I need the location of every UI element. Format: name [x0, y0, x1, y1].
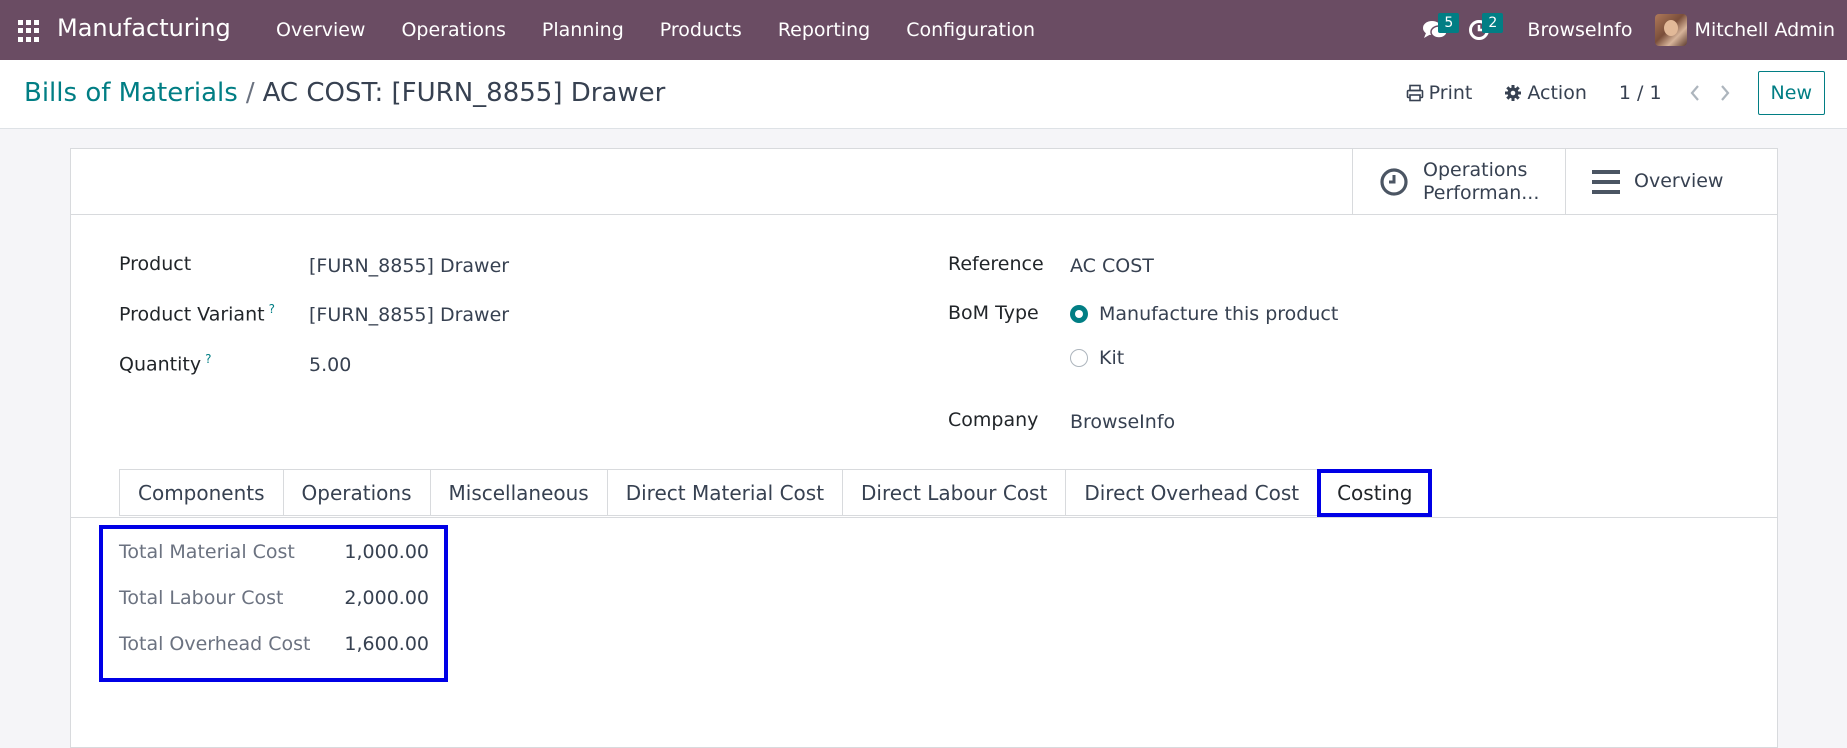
chevron-right-icon — [1720, 85, 1729, 101]
operations-performance-line2: Performan... — [1423, 181, 1540, 204]
company-value[interactable]: BrowseInfo — [1070, 411, 1175, 433]
tab-costing[interactable]: Costing — [1317, 469, 1433, 517]
reference-label: Reference — [948, 253, 1044, 275]
user-name: Mitchell Admin — [1694, 19, 1835, 41]
menu-item-configuration[interactable]: Configuration — [888, 0, 1053, 60]
control-panel: Bills of Materials / AC COST: [FURN_8855] … — [0, 60, 1847, 129]
messages-count-badge: 5 — [1438, 13, 1460, 33]
pager-next-button[interactable] — [1710, 84, 1740, 102]
bom-type-manufacture-label[interactable]: Manufacture this product — [1099, 303, 1338, 325]
smart-button-box: Operations Performan... Overview — [71, 149, 1777, 215]
total-material-cost-label: Total Material Cost — [119, 541, 295, 563]
user-menu[interactable]: Mitchell Admin — [1654, 14, 1835, 46]
operations-performance-label: Operations Performan... — [1423, 159, 1539, 205]
total-overhead-cost-label: Total Overhead Cost — [119, 633, 311, 655]
hamburger-menu-icon — [1592, 169, 1620, 194]
total-labour-cost-label: Total Labour Cost — [119, 587, 284, 609]
tab-miscellaneous[interactable]: Miscellaneous — [429, 469, 607, 516]
help-tooltip-icon[interactable]: ? — [205, 352, 211, 366]
company-switcher[interactable]: BrowseInfo — [1527, 19, 1632, 41]
product-label: Product — [119, 253, 192, 275]
breadcrumb-bills-of-materials[interactable]: Bills of Materials — [24, 78, 238, 108]
menu-item-reporting[interactable]: Reporting — [760, 0, 888, 60]
apps-grid-icon[interactable] — [18, 20, 40, 42]
bom-type-kit-label[interactable]: Kit — [1099, 347, 1124, 369]
print-label: Print — [1428, 82, 1473, 104]
control-panel-actions: Print Action 1 / 1 New — [1406, 70, 1825, 116]
reference-value[interactable]: AC COST — [1070, 255, 1154, 277]
menu-item-operations[interactable]: Operations — [383, 0, 523, 60]
breadcrumb: Bills of Materials / AC COST: [FURN_8855] … — [24, 78, 665, 108]
total-overhead-cost-value: 1,600.00 — [344, 633, 429, 655]
messages-button[interactable]: 5 — [1413, 0, 1460, 60]
chevron-left-icon — [1690, 85, 1699, 101]
new-button[interactable]: New — [1757, 71, 1825, 115]
product-value[interactable]: [FURN_8855] Drawer — [309, 255, 509, 277]
avatar — [1654, 14, 1687, 46]
print-button[interactable]: Print — [1406, 82, 1473, 104]
quantity-value[interactable]: 5.00 — [309, 354, 351, 376]
product-variant-label-text: Product Variant — [119, 303, 265, 326]
menu-item-overview[interactable]: Overview — [258, 0, 383, 60]
tab-operations[interactable]: Operations — [282, 469, 430, 516]
tab-direct-overhead-cost[interactable]: Direct Overhead Cost — [1065, 469, 1318, 516]
bom-type-manufacture-radio[interactable] — [1070, 305, 1088, 323]
tab-direct-material-cost[interactable]: Direct Material Cost — [606, 469, 843, 516]
notebook-tabs: Components Operations Miscellaneous Dire… — [119, 469, 1433, 517]
operations-performance-button[interactable]: Operations Performan... — [1352, 149, 1565, 214]
pager-value[interactable]: 1 / 1 — [1619, 82, 1662, 104]
help-tooltip-icon[interactable]: ? — [269, 302, 275, 316]
total-labour-cost-value: 2,000.00 — [344, 587, 429, 609]
operations-performance-line1: Operations — [1423, 158, 1528, 181]
activities-count-badge: 2 — [1482, 13, 1504, 33]
gear-icon — [1505, 85, 1522, 101]
printer-icon — [1406, 84, 1423, 102]
pager-previous-button[interactable] — [1680, 84, 1710, 102]
tab-components[interactable]: Components — [119, 469, 283, 516]
main-menu: Overview Operations Planning Products Re… — [258, 0, 1053, 60]
total-material-cost-value: 1,000.00 — [344, 541, 429, 563]
tabs-divider — [71, 517, 1777, 518]
quantity-label-text: Quantity — [119, 353, 202, 376]
action-button[interactable]: Action — [1504, 82, 1587, 104]
top-navbar: Manufacturing Overview Operations Planni… — [0, 0, 1847, 60]
menu-item-products[interactable]: Products — [642, 0, 760, 60]
menu-item-planning[interactable]: Planning — [524, 0, 642, 60]
bom-type-label: BoM Type — [948, 302, 1039, 324]
overview-label: Overview — [1634, 170, 1724, 192]
bom-type-kit-radio[interactable] — [1070, 349, 1088, 367]
quantity-label: Quantity? — [119, 352, 211, 375]
systray: 5 2 BrowseInfo Mitchell Admin — [1413, 0, 1847, 60]
action-label: Action — [1527, 82, 1587, 104]
product-variant-value[interactable]: [FURN_8855] Drawer — [309, 304, 509, 326]
activities-button[interactable]: 2 — [1457, 0, 1504, 60]
breadcrumb-current-record: AC COST: [FURN_8855] Drawer — [262, 78, 666, 108]
clock-icon — [1380, 167, 1408, 196]
form-sheet: Operations Performan... Overview Product… — [70, 148, 1778, 748]
overview-button[interactable]: Overview — [1565, 149, 1778, 214]
company-label: Company — [948, 409, 1039, 431]
app-title[interactable]: Manufacturing — [57, 14, 231, 42]
breadcrumb-separator: / — [245, 78, 255, 108]
tab-direct-labour-cost[interactable]: Direct Labour Cost — [842, 469, 1066, 516]
costing-panel: Total Material Cost 1,000.00 Total Labou… — [99, 525, 448, 682]
product-variant-label: Product Variant? — [119, 302, 275, 325]
